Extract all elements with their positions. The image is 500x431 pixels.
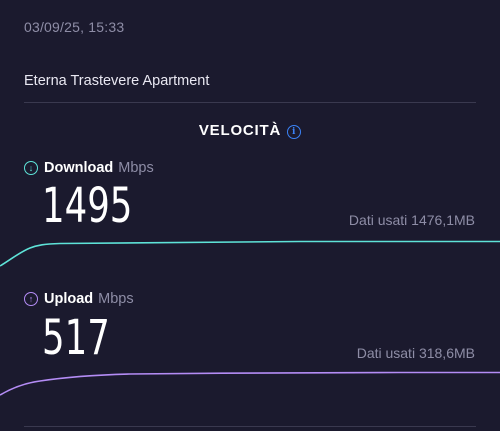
network-name: Eterna Trastevere Apartment: [24, 73, 210, 89]
section-title-label: VELOCITÀ: [198, 122, 282, 139]
upload-graph-line: [0, 371, 500, 396]
download-label: Download: [44, 160, 114, 176]
test-timestamp: 03/09/25, 15:33: [24, 19, 125, 35]
section-title: VELOCITÀ i: [0, 122, 500, 139]
upload-unit: Mbps: [98, 291, 134, 307]
download-graph-line: [0, 240, 500, 267]
upload-label: Upload: [44, 291, 94, 307]
speedtest-result-screen: 03/09/25, 15:33 Eterna Trastevere Apartm…: [0, 0, 500, 431]
upload-header: ↑ Upload Mbps: [24, 291, 134, 307]
upload-speed-value: 517: [42, 310, 110, 366]
divider: [24, 426, 476, 427]
download-header: ↓ Download Mbps: [24, 160, 154, 176]
info-icon[interactable]: i: [287, 125, 302, 139]
download-unit: Mbps: [118, 160, 154, 176]
arrow-up-circle-icon: ↑: [24, 292, 38, 306]
upload-data-used: Dati usati 318,6MB: [356, 345, 475, 361]
arrow-down-circle-icon: ↓: [24, 161, 38, 175]
divider: [24, 102, 476, 103]
download-speed-graph: [0, 240, 500, 267]
upload-speed-graph: [0, 371, 500, 396]
